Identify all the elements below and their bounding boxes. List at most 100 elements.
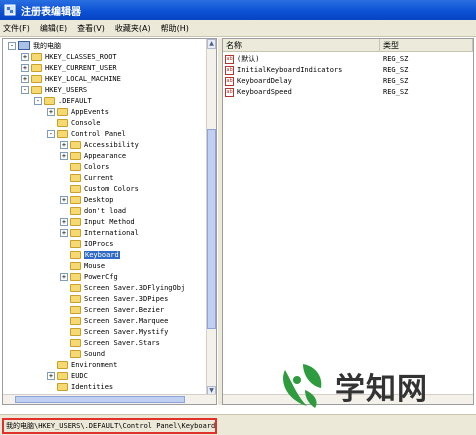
scroll-up-arrow-icon[interactable]: ▲ bbox=[207, 39, 216, 49]
spacer bbox=[60, 349, 68, 358]
tree-node[interactable]: + EUDC bbox=[47, 370, 88, 381]
expand-icon[interactable]: + bbox=[60, 217, 68, 226]
menu-help[interactable]: 帮助(H) bbox=[161, 23, 189, 34]
tree-node-label[interactable]: 我的电脑 bbox=[33, 41, 61, 51]
tree-node-label[interactable]: Input Method bbox=[84, 218, 135, 226]
tree-node-label[interactable]: Sound bbox=[84, 350, 105, 358]
tree-node[interactable]: Sound bbox=[60, 348, 105, 359]
expand-icon[interactable]: + bbox=[47, 107, 55, 116]
tree-node-label[interactable]: Accessibility bbox=[84, 141, 139, 149]
tree-node-label[interactable]: Colors bbox=[84, 163, 109, 171]
tree-node-label[interactable]: PowerCfg bbox=[84, 273, 118, 281]
tree-node-label[interactable]: HKEY_CURRENT_USER bbox=[45, 64, 117, 72]
tree-node[interactable]: IOProcs bbox=[60, 238, 114, 249]
values-list-pane[interactable]: 名称 类型 ab (默认) REG_SZ ab InitialKeyboardIndic… bbox=[222, 38, 474, 405]
tree-node-label[interactable]: Console bbox=[71, 119, 101, 127]
tree-node[interactable]: + AppEvents bbox=[47, 106, 109, 117]
expand-icon[interactable]: + bbox=[60, 228, 68, 237]
collapse-icon[interactable]: - bbox=[34, 96, 42, 105]
tree-node[interactable]: + HKEY_CLASSES_ROOT bbox=[21, 51, 117, 62]
tree-node[interactable]: Screen Saver.Stars bbox=[60, 337, 160, 348]
tree-node[interactable]: Identities bbox=[47, 381, 113, 392]
tree-node[interactable]: Current bbox=[60, 172, 114, 183]
tree-node[interactable]: Screen Saver.Mystify bbox=[60, 326, 168, 337]
tree-node[interactable]: + Appearance bbox=[60, 150, 126, 161]
tree-node[interactable]: Colors bbox=[60, 161, 109, 172]
menu-view[interactable]: 查看(V) bbox=[77, 23, 105, 34]
tree-node[interactable]: + Desktop bbox=[60, 194, 114, 205]
tree-node-label[interactable]: IOProcs bbox=[84, 240, 114, 248]
tree-node[interactable]: + International bbox=[60, 227, 139, 238]
collapse-icon[interactable]: - bbox=[8, 41, 16, 50]
tree-node-label[interactable]: Screen Saver.Mystify bbox=[84, 328, 168, 336]
expand-icon[interactable]: + bbox=[21, 52, 29, 61]
value-row[interactable]: ab InitialKeyboardIndicators REG_SZ bbox=[223, 65, 473, 76]
tree-node[interactable]: - .DEFAULT bbox=[34, 95, 92, 106]
tree-node-label[interactable]: Environment bbox=[71, 361, 117, 369]
tree-node[interactable]: Console bbox=[47, 117, 101, 128]
value-row[interactable]: ab KeyboardDelay REG_SZ bbox=[223, 76, 473, 87]
collapse-icon[interactable]: - bbox=[47, 129, 55, 138]
tree-node-label[interactable]: EUDC bbox=[71, 372, 88, 380]
tree-horizontal-scrollbar[interactable] bbox=[3, 394, 216, 404]
tree-node[interactable]: Screen Saver.Bezier bbox=[60, 304, 164, 315]
menu-file[interactable]: 文件(F) bbox=[3, 23, 30, 34]
tree-node-label[interactable]: Appearance bbox=[84, 152, 126, 160]
tree-node-label[interactable]: Screen Saver.Stars bbox=[84, 339, 160, 347]
collapse-icon[interactable]: - bbox=[21, 85, 29, 94]
tree-node[interactable]: + HKEY_CURRENT_USER bbox=[21, 62, 117, 73]
column-header-name[interactable]: 名称 bbox=[223, 39, 380, 52]
tree-node[interactable]: Mouse bbox=[60, 260, 105, 271]
tree-node-label[interactable]: Current bbox=[84, 174, 114, 182]
menu-edit[interactable]: 编辑(E) bbox=[40, 23, 67, 34]
tree-node-label[interactable]: Identities bbox=[71, 383, 113, 391]
tree-node[interactable]: + PowerCfg bbox=[60, 271, 118, 282]
registry-tree-pane[interactable]: - 我的电脑 + HKEY_CLASSES_ROOT + HKEY_CURRENT_USE… bbox=[2, 38, 217, 405]
value-row[interactable]: ab KeyboardSpeed REG_SZ bbox=[223, 87, 473, 98]
tree-node-label[interactable]: HKEY_CLASSES_ROOT bbox=[45, 53, 117, 61]
tree-node-label[interactable]: don't load bbox=[84, 207, 126, 215]
tree-node[interactable]: - HKEY_USERS bbox=[21, 84, 87, 95]
tree-node-label[interactable]: HKEY_LOCAL_MACHINE bbox=[45, 75, 121, 83]
tree-node-label[interactable]: Screen Saver.Bezier bbox=[84, 306, 164, 314]
tree-node[interactable]: Environment bbox=[47, 359, 117, 370]
tree-node-label[interactable]: Desktop bbox=[84, 196, 114, 204]
expand-icon[interactable]: + bbox=[60, 272, 68, 281]
tree-node[interactable]: + HKEY_LOCAL_MACHINE bbox=[21, 73, 121, 84]
tree-node[interactable]: - Control Panel bbox=[47, 128, 126, 139]
tree-node[interactable]: Screen Saver.3DFlyingObj bbox=[60, 282, 185, 293]
tree-node-label[interactable]: Custom Colors bbox=[84, 185, 139, 193]
value-row[interactable]: ab (默认) REG_SZ bbox=[223, 54, 473, 65]
tree-node[interactable]: Keyboard bbox=[60, 249, 120, 260]
expand-icon[interactable]: + bbox=[60, 151, 68, 160]
expand-icon[interactable]: + bbox=[60, 140, 68, 149]
tree-node-label[interactable]: Keyboard bbox=[84, 250, 120, 259]
expand-icon[interactable]: + bbox=[47, 371, 55, 380]
tree-hscroll-thumb[interactable] bbox=[15, 396, 185, 403]
tree-node-label[interactable]: International bbox=[84, 229, 139, 237]
tree-node-label[interactable]: AppEvents bbox=[71, 108, 109, 116]
tree-node-label[interactable]: Mouse bbox=[84, 262, 105, 270]
tree-node[interactable]: + Input Method bbox=[60, 216, 135, 227]
tree-node[interactable]: Screen Saver.3DPipes bbox=[60, 293, 168, 304]
tree-node[interactable]: Screen Saver.Marquee bbox=[60, 315, 168, 326]
title-bar[interactable]: 注册表编辑器 bbox=[0, 0, 476, 20]
tree-node[interactable]: Custom Colors bbox=[60, 183, 139, 194]
tree-node[interactable]: don't load bbox=[60, 205, 126, 216]
registry-tree: - 我的电脑 + HKEY_CLASSES_ROOT + HKEY_CURRENT_USE… bbox=[3, 39, 208, 396]
tree-vertical-scrollbar[interactable]: ▲ ▼ bbox=[206, 39, 216, 396]
tree-node-label[interactable]: Control Panel bbox=[71, 130, 126, 138]
tree-node-label[interactable]: Screen Saver.3DPipes bbox=[84, 295, 168, 303]
expand-icon[interactable]: + bbox=[21, 63, 29, 72]
tree-node[interactable]: - 我的电脑 bbox=[8, 40, 61, 51]
expand-icon[interactable]: + bbox=[21, 74, 29, 83]
column-header-type[interactable]: 类型 bbox=[380, 39, 473, 52]
tree-node-label[interactable]: Screen Saver.3DFlyingObj bbox=[84, 284, 185, 292]
tree-node-label[interactable]: Screen Saver.Marquee bbox=[84, 317, 168, 325]
tree-node-label[interactable]: HKEY_USERS bbox=[45, 86, 87, 94]
expand-icon[interactable]: + bbox=[60, 195, 68, 204]
tree-node[interactable]: + Accessibility bbox=[60, 139, 139, 150]
tree-scroll-thumb[interactable] bbox=[207, 129, 216, 329]
tree-node-label[interactable]: .DEFAULT bbox=[58, 97, 92, 105]
menu-favorites[interactable]: 收藏夹(A) bbox=[115, 23, 151, 34]
